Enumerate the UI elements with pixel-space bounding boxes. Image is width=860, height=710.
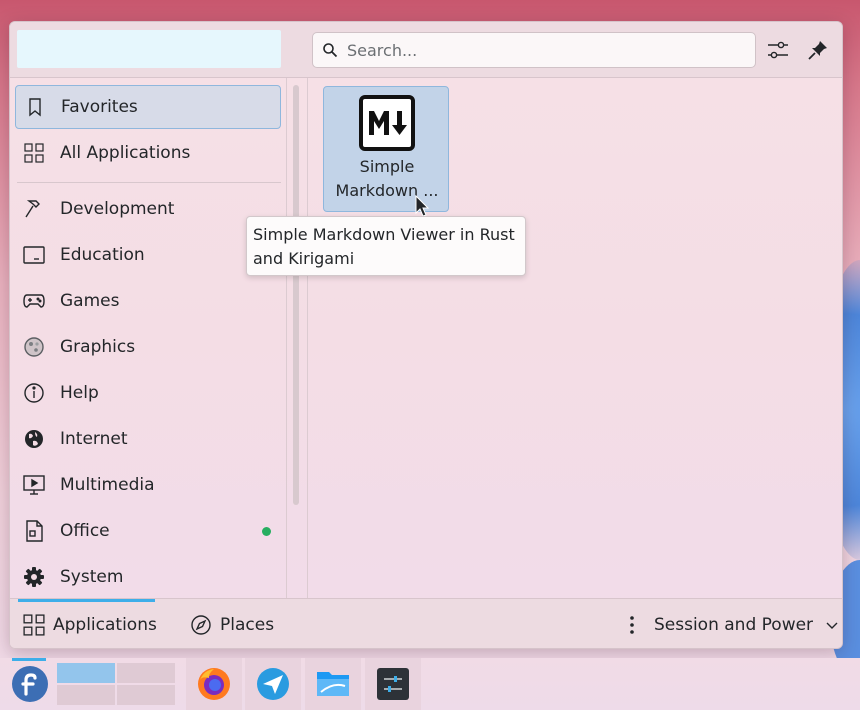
slate-icon	[22, 243, 46, 267]
session-power-button[interactable]: Session and Power	[627, 599, 839, 648]
new-app-badge	[262, 527, 271, 536]
markdown-icon	[359, 95, 415, 151]
sidebar-scrollbar[interactable]	[293, 85, 299, 505]
category-label: Favorites	[61, 97, 138, 117]
taskbar-settings[interactable]	[365, 658, 421, 710]
gamepad-icon	[22, 289, 46, 313]
application-launcher-button[interactable]	[2, 658, 58, 710]
application-launcher: Favorites All Applications Development	[9, 21, 843, 649]
category-label: Office	[60, 521, 110, 541]
user-avatar-area[interactable]	[17, 30, 281, 68]
discover-icon	[257, 668, 289, 700]
category-label: Help	[60, 383, 99, 403]
taskbar	[0, 658, 860, 710]
category-sidebar: Favorites All Applications Development E…	[10, 78, 286, 598]
category-help[interactable]: Help	[15, 371, 281, 415]
category-multimedia[interactable]: Multimedia	[15, 463, 281, 507]
category-label: Internet	[60, 429, 128, 449]
launcher-footer: Applications Places Session and Power	[10, 598, 842, 648]
chevron-down-icon	[826, 622, 838, 629]
category-all-applications[interactable]: All Applications	[15, 131, 281, 175]
pin-icon[interactable]	[805, 37, 831, 63]
category-office[interactable]: Office	[15, 509, 281, 553]
category-graphics[interactable]: Graphics	[15, 325, 281, 369]
fedora-logo-icon	[12, 666, 48, 702]
category-label: Development	[60, 199, 175, 219]
tab-applications[interactable]: Applications	[23, 599, 157, 648]
category-system[interactable]: System	[15, 555, 281, 599]
category-label: Games	[60, 291, 120, 311]
palette-icon	[22, 335, 46, 359]
document-icon	[22, 519, 46, 543]
firefox-icon	[198, 668, 230, 700]
gear-icon	[22, 565, 46, 589]
search-icon	[323, 43, 338, 58]
launcher-header	[10, 22, 842, 78]
category-education[interactable]: Education	[15, 233, 281, 277]
category-separator	[17, 182, 281, 183]
search-input[interactable]	[345, 37, 745, 63]
sidebar-divider	[286, 78, 287, 598]
app-tooltip: Simple Markdown Viewer in Rust and Kirig…	[246, 216, 526, 276]
taskbar-discover[interactable]	[245, 658, 301, 710]
hammer-icon	[22, 197, 46, 221]
category-label: Graphics	[60, 337, 136, 357]
sliders-icon[interactable]	[765, 37, 791, 63]
desktop-1[interactable]	[57, 663, 115, 683]
compass-icon	[191, 615, 211, 635]
category-label: All Applications	[60, 143, 191, 163]
grid-icon	[23, 614, 45, 636]
globe-icon	[22, 427, 46, 451]
monitor-play-icon	[22, 473, 46, 497]
category-label: System	[60, 567, 124, 587]
taskbar-file-manager[interactable]	[305, 658, 361, 710]
more-vertical-icon	[630, 616, 634, 634]
grid-icon	[22, 141, 46, 165]
virtual-desktop-pager[interactable]	[57, 663, 177, 705]
taskbar-firefox[interactable]	[186, 658, 242, 710]
category-games[interactable]: Games	[15, 279, 281, 323]
category-label: Education	[60, 245, 145, 265]
category-internet[interactable]: Internet	[15, 417, 281, 461]
category-label: Multimedia	[60, 475, 155, 495]
category-favorites[interactable]: Favorites	[15, 85, 281, 129]
app-tile-simple-markdown[interactable]: Simple Markdown ...	[323, 86, 449, 212]
folder-icon	[317, 672, 349, 696]
category-development[interactable]: Development	[15, 187, 281, 231]
app-tile-label: Simple Markdown ...	[335, 157, 439, 200]
search-field[interactable]	[312, 32, 756, 68]
desktop-3[interactable]	[57, 685, 115, 705]
content-divider	[307, 78, 308, 598]
desktop-2[interactable]	[117, 663, 175, 683]
desktop-4[interactable]	[117, 685, 175, 705]
bookmark-icon	[23, 95, 47, 119]
tab-places[interactable]: Places	[190, 599, 274, 648]
system-settings-icon	[377, 668, 409, 700]
info-icon	[22, 381, 46, 405]
